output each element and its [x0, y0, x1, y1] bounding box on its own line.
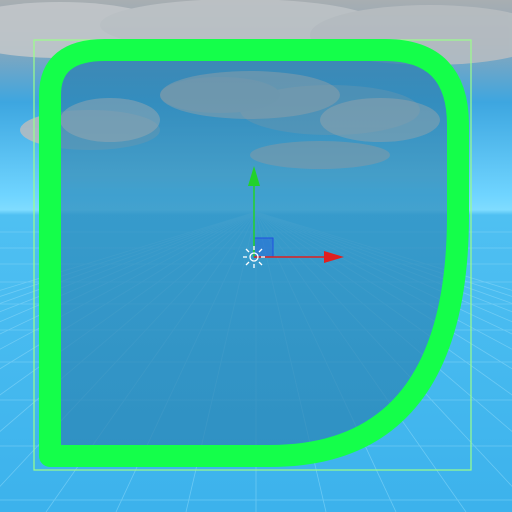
scene-viewport[interactable] — [0, 0, 512, 512]
scene-canvas[interactable] — [0, 0, 512, 512]
